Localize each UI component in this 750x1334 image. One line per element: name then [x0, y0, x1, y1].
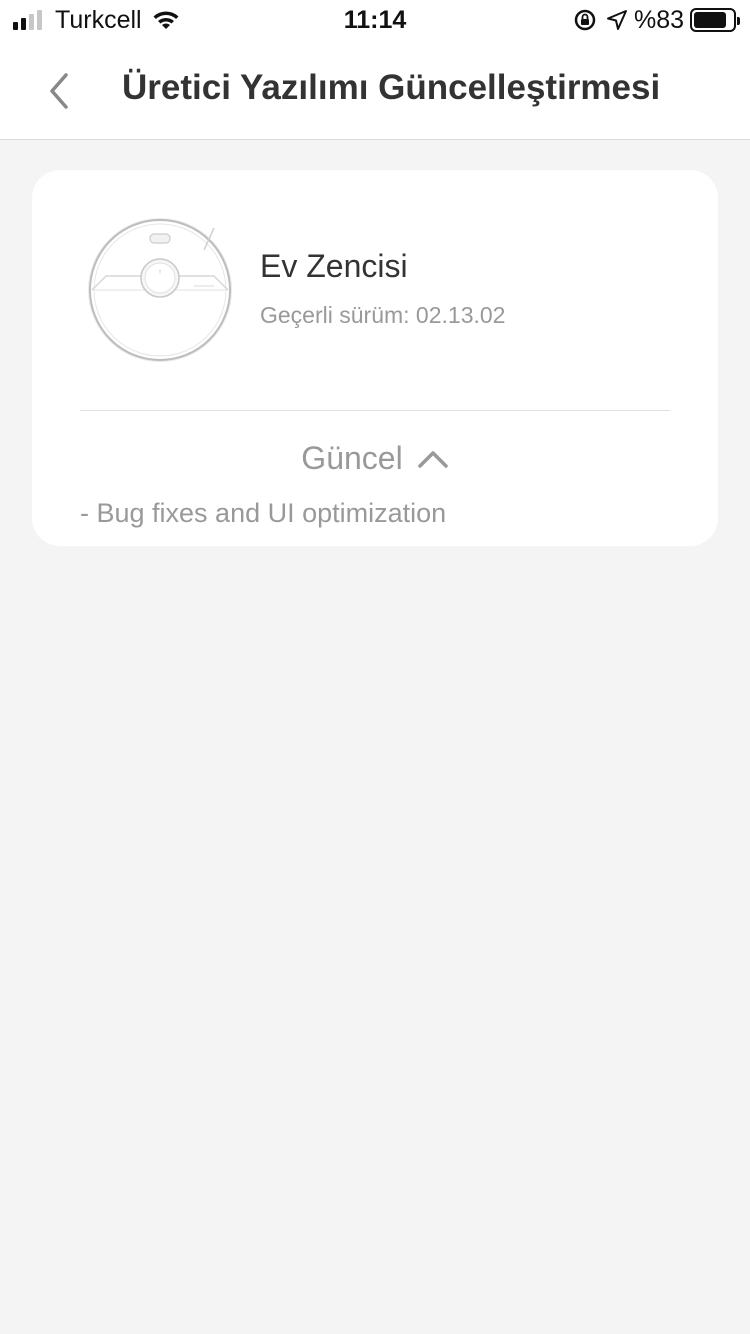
update-status-toggle[interactable]: Güncel: [32, 440, 718, 477]
back-button[interactable]: [34, 66, 84, 116]
location-arrow-icon: [606, 9, 628, 36]
robot-vacuum-image: ↑: [86, 214, 236, 364]
divider: [80, 410, 670, 411]
navigation-bar: Üretici Yazılımı Güncelleştirmesi: [0, 40, 750, 140]
status-bar: Turkcell 11:14 %83: [0, 0, 750, 40]
battery-icon: [690, 8, 740, 32]
battery-percentage: %83: [634, 6, 685, 34]
chevron-left-icon: [50, 73, 68, 109]
chevron-up-icon: [417, 450, 448, 468]
firmware-card: ↑ Ev Zencisi Geçerli sürüm: 02.13.02 Gün…: [32, 170, 718, 546]
svg-text:↑: ↑: [158, 269, 162, 276]
release-notes: - Bug fixes and UI optimization: [80, 498, 447, 528]
rotation-lock-icon: [573, 8, 597, 37]
page-title: Üretici Yazılımı Güncelleştirmesi: [122, 68, 661, 107]
device-name: Ev Zencisi: [260, 248, 408, 284]
update-status-label: Güncel: [301, 440, 403, 476]
current-version: Geçerli sürüm: 02.13.02: [260, 302, 506, 328]
